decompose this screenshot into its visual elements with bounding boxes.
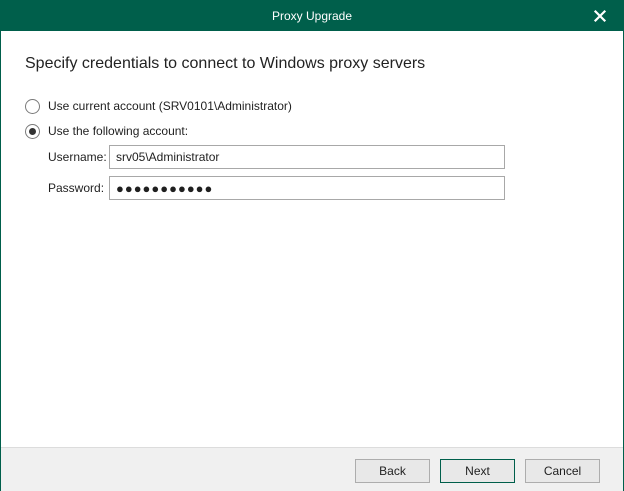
page-heading: Specify credentials to connect to Window… <box>25 55 426 72</box>
title-bar: Proxy Upgrade <box>1 1 623 31</box>
close-icon <box>593 9 607 23</box>
use-current-account-radio[interactable] <box>25 98 40 114</box>
window-title: Proxy Upgrade <box>271 9 353 23</box>
next-button[interactable]: Next <box>440 459 515 483</box>
cancel-button[interactable]: Cancel <box>525 459 600 483</box>
password-input[interactable] <box>109 176 505 200</box>
username-input[interactable] <box>109 145 505 169</box>
use-current-account-label: Use current account (SRV0101\Administrat… <box>48 99 292 113</box>
use-following-account-label: Use the following account: <box>48 124 189 138</box>
back-button[interactable]: Back <box>355 459 430 483</box>
use-current-account-option[interactable]: Use current account (SRV0101\Administrat… <box>25 97 292 115</box>
dialog-footer: Back Next Cancel <box>1 447 623 491</box>
password-label: Password: <box>48 181 105 195</box>
proxy-upgrade-dialog: Proxy Upgrade Specify credentials to con… <box>0 0 624 491</box>
close-button[interactable] <box>591 7 609 25</box>
use-following-account-option[interactable]: Use the following account: <box>25 122 188 140</box>
username-label: Username: <box>48 150 107 164</box>
use-following-account-radio[interactable] <box>25 123 40 139</box>
